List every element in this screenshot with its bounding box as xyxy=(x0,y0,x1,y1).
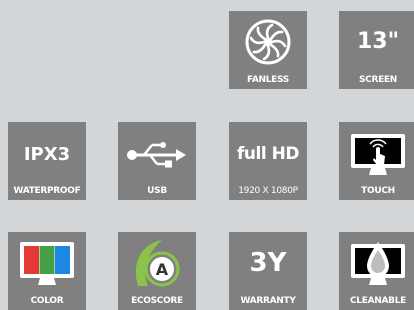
waterproof-rating-value: IPX3 xyxy=(23,144,71,165)
color-label: COLOR xyxy=(30,296,64,306)
touch-label: TOUCH xyxy=(361,186,395,196)
color-monitor-icon xyxy=(8,240,86,288)
waterproof-tile: IPX3 WATERPROOF xyxy=(8,122,86,200)
ecoscore-label: ECOSCORE xyxy=(131,296,183,306)
fan-icon xyxy=(229,19,307,65)
screen-size-value: 13" xyxy=(356,29,400,54)
touch-tile: TOUCH xyxy=(339,122,414,200)
water-drop-monitor-icon xyxy=(339,240,414,288)
resolution-value: full HD xyxy=(237,144,299,164)
cleanable-label: CLEANABLE xyxy=(350,296,406,306)
screen-label: SCREEN xyxy=(358,75,398,85)
fanless-tile: FANLESS xyxy=(229,11,307,89)
usb-label: USB xyxy=(147,186,167,196)
resolution-label: 1920 X 1080P xyxy=(238,186,298,196)
usb-icon xyxy=(118,140,196,170)
color-tile: COLOR xyxy=(8,232,86,310)
warranty-tile: 3Y WARRANTY xyxy=(229,232,307,310)
feature-icons-panel: { "tiles": { "fanless": { "label": "FANL… xyxy=(0,0,414,310)
eco-grade-letter: A xyxy=(156,260,169,279)
screen-tile: 13" SCREEN xyxy=(339,11,414,89)
ecoscore-tile: A ECOSCORE xyxy=(118,232,196,310)
cleanable-tile: CLEANABLE xyxy=(339,232,414,310)
warranty-label: WARRANTY xyxy=(240,296,296,306)
warranty-value: 3Y xyxy=(249,248,287,278)
touch-screen-icon xyxy=(339,132,414,178)
resolution-tile: full HD 1920 X 1080P xyxy=(229,122,307,200)
waterproof-label: WATERPROOF xyxy=(13,186,81,196)
eco-leaf-icon: A xyxy=(118,236,196,290)
usb-tile: USB xyxy=(118,122,196,200)
fanless-label: FANLESS xyxy=(247,75,289,85)
